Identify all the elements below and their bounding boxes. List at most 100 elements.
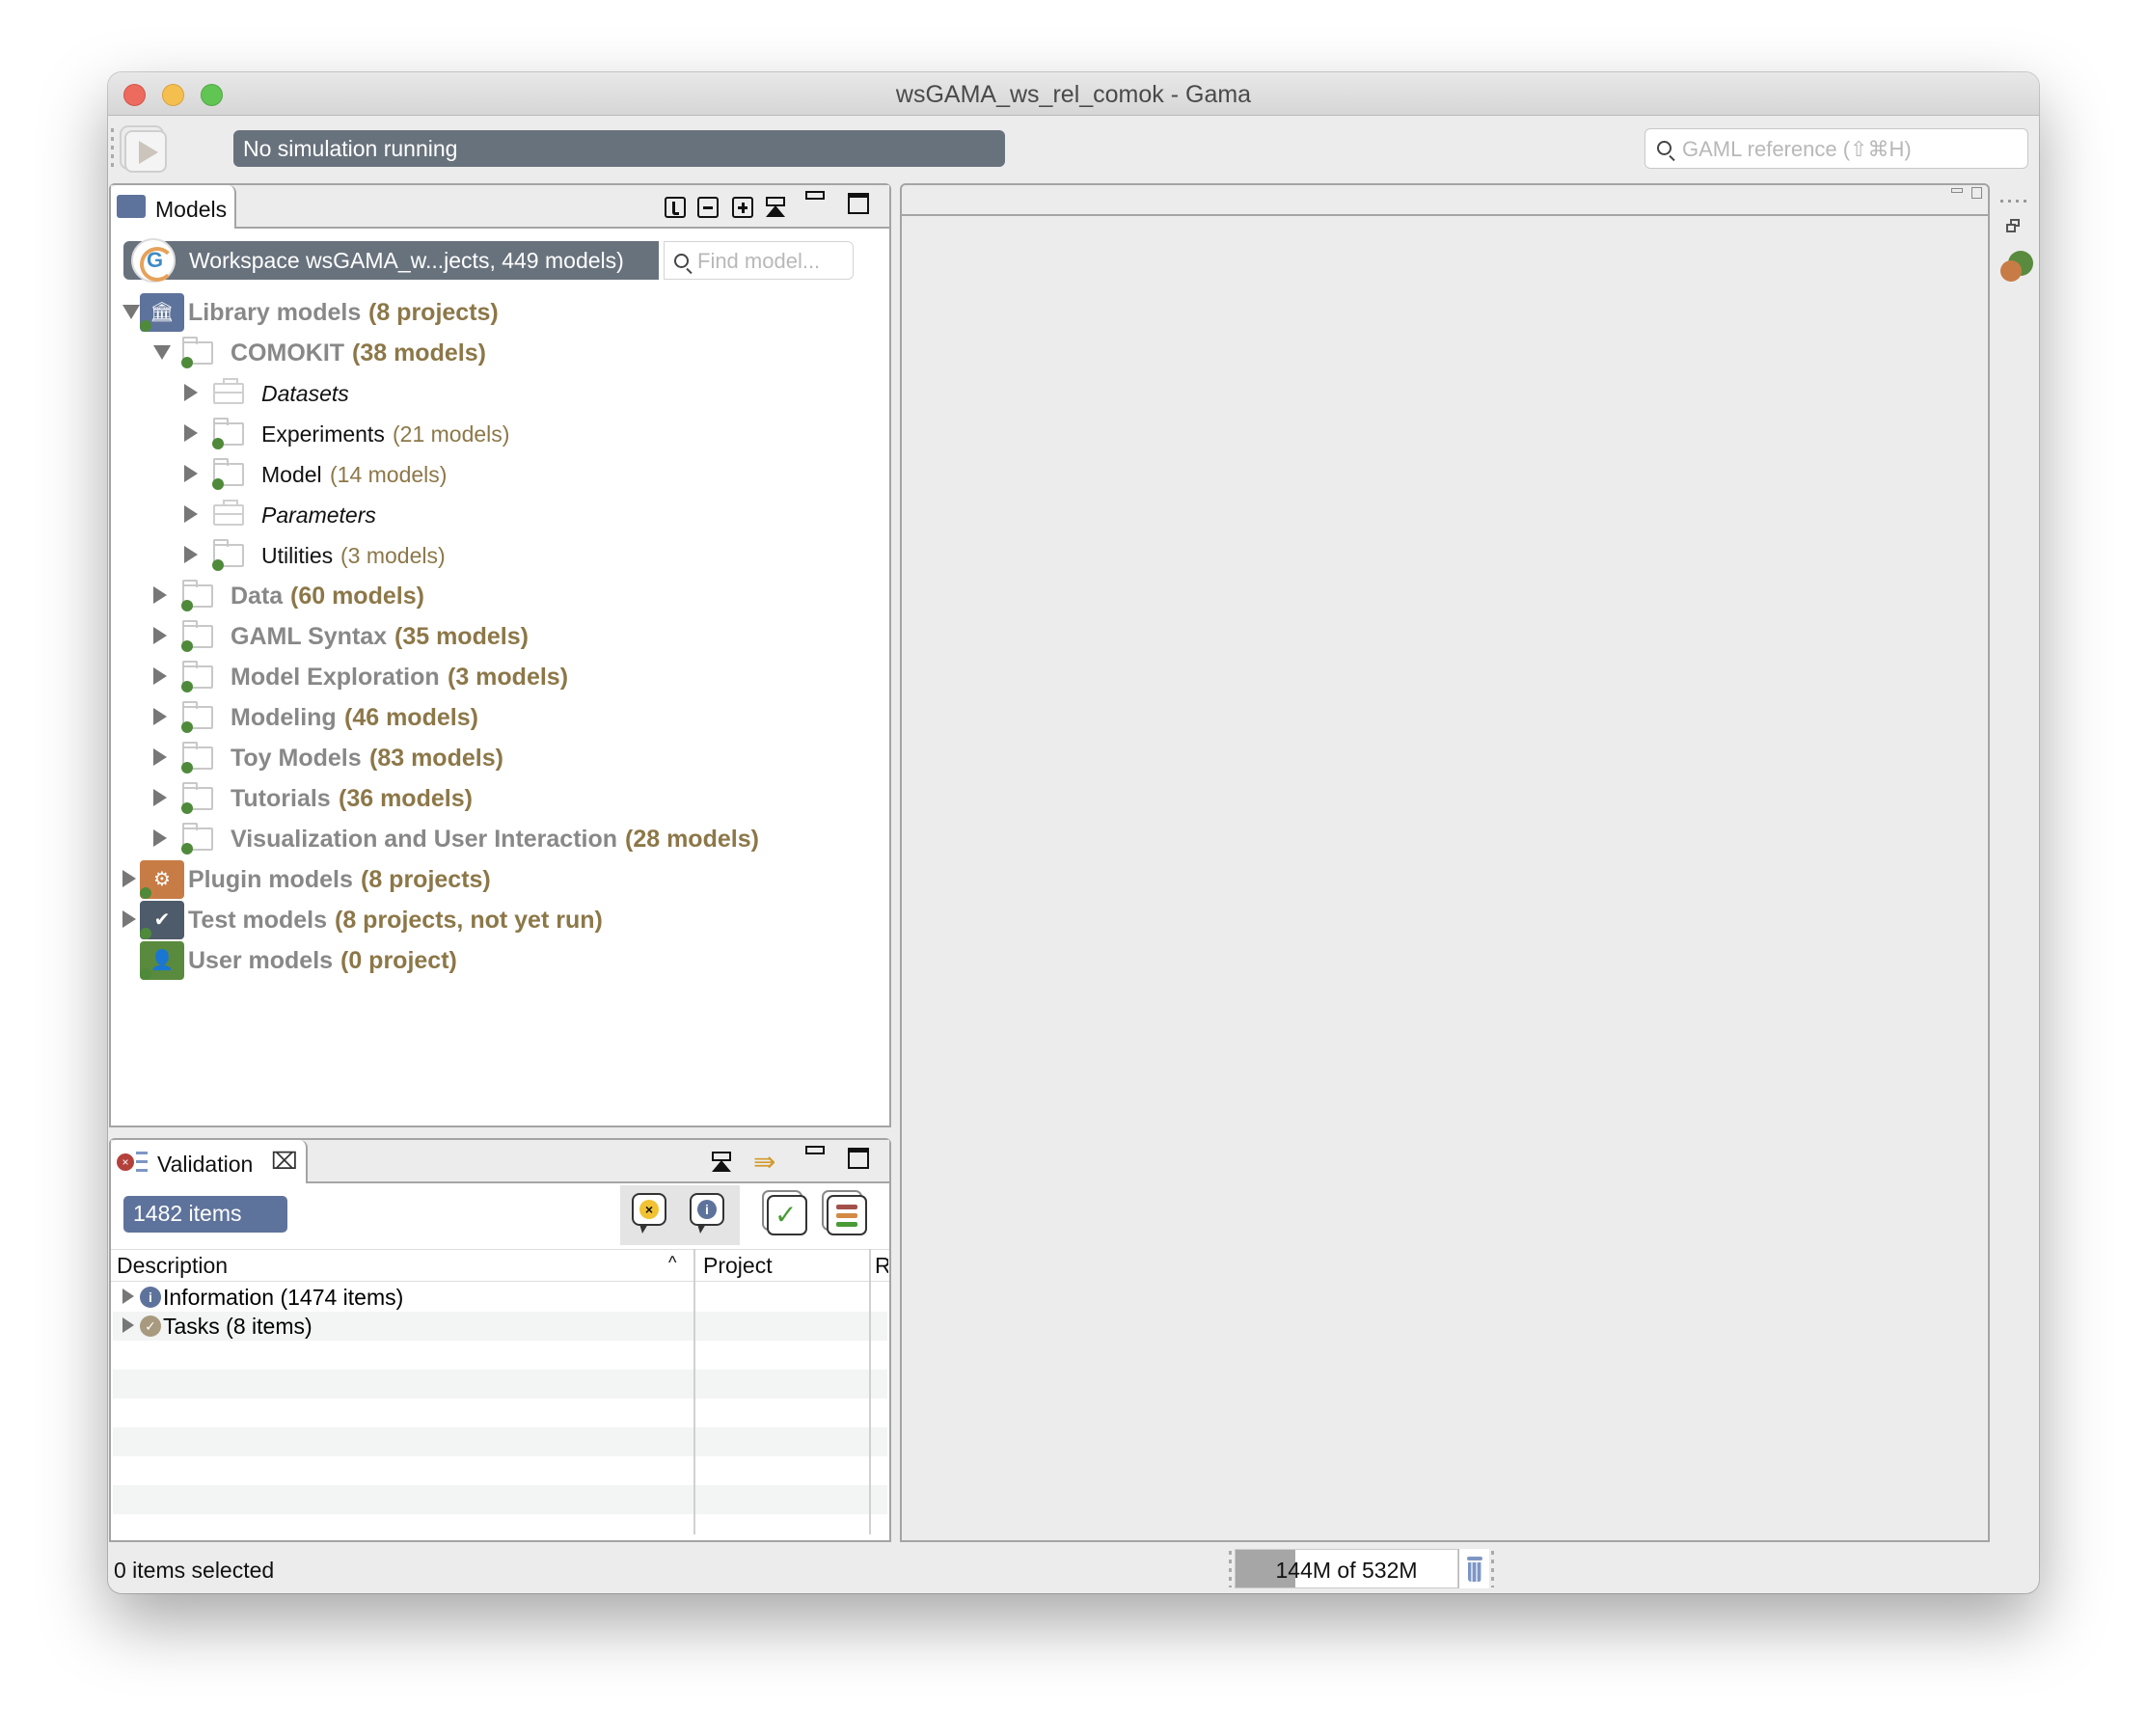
expand-arrow-icon[interactable] — [153, 708, 167, 725]
collapse-all-icon[interactable] — [697, 197, 719, 218]
box-icon — [213, 500, 244, 526]
box-icon — [213, 378, 244, 404]
row-label: Tasks (8 items) — [163, 1314, 313, 1339]
gaml-search-placeholder: GAML reference (⇧⌘H) — [1682, 137, 1912, 161]
expand-arrow-icon[interactable] — [153, 829, 167, 847]
tab-validation-label: Validation — [157, 1152, 254, 1177]
hourglass-icon[interactable] — [711, 1152, 732, 1173]
collapse-arrow-icon[interactable] — [153, 345, 171, 360]
status-dot-icon — [140, 320, 151, 332]
tree-item-label: Toy Models — [231, 745, 362, 772]
expand-all-icon[interactable] — [732, 197, 753, 218]
memory-text: 144M of 532M — [1275, 1558, 1418, 1583]
expand-arrow-icon[interactable] — [153, 748, 167, 766]
status-grip[interactable] — [1229, 1551, 1232, 1587]
tree-item-label: Experiments — [261, 421, 385, 447]
error-icon: × — [639, 1200, 659, 1219]
column-description[interactable]: Description — [117, 1253, 228, 1279]
folder-icon — [181, 701, 213, 733]
maximize-icon[interactable] — [848, 1148, 869, 1169]
folder-icon — [212, 458, 244, 490]
expand-arrow-icon[interactable] — [153, 586, 167, 604]
tree-item-count: (8 projects) — [361, 866, 491, 893]
tree-item-label: Parameters — [261, 502, 376, 528]
expand-icon[interactable] — [122, 1317, 134, 1333]
list-icon — [836, 1205, 857, 1209]
table-row[interactable]: i Information (1474 items) — [113, 1283, 887, 1312]
tab-models[interactable]: Models — [111, 185, 236, 229]
filter-errors-button[interactable]: × — [622, 1185, 678, 1245]
restore-icon[interactable] — [2006, 219, 2020, 232]
tree-item-count: (60 models) — [290, 583, 424, 610]
column-resource[interactable]: R — [875, 1253, 888, 1279]
info-icon: i — [697, 1200, 717, 1219]
play-icon[interactable] — [124, 130, 167, 173]
tree-item-count: (0 project) — [340, 947, 457, 974]
tree-item-count: (83 models) — [369, 745, 503, 772]
tree-item-count: (14 models) — [330, 462, 448, 487]
collapse-arrow-icon[interactable] — [122, 305, 140, 319]
expand-arrow-icon[interactable] — [122, 870, 136, 887]
tab-validation[interactable]: × Validation ⌧ — [111, 1140, 308, 1183]
toolbar-grip[interactable] — [111, 128, 114, 171]
maximize-icon[interactable] — [848, 193, 869, 214]
expand-icon[interactable] — [122, 1288, 134, 1304]
link-with-selection-icon[interactable]: ⇛ — [753, 1146, 775, 1178]
gama-logo-icon — [131, 238, 176, 283]
empty-row — [113, 1370, 887, 1398]
close-icon[interactable]: ⌧ — [271, 1148, 298, 1176]
table-row[interactable]: ✓ Tasks (8 items) — [113, 1312, 887, 1341]
status-dot-icon — [140, 928, 151, 939]
check-all-button[interactable]: ✓ — [767, 1195, 807, 1235]
minimize-icon[interactable] — [1951, 188, 1963, 193]
expand-arrow-icon[interactable] — [153, 667, 167, 685]
minimize-icon[interactable] — [805, 191, 825, 200]
filter-info-button[interactable]: i — [680, 1185, 736, 1245]
tree-item-count: (8 projects) — [368, 299, 499, 326]
chat-icon[interactable] — [1998, 251, 2033, 284]
expand-arrow-icon[interactable] — [184, 465, 198, 482]
clock-icon[interactable] — [665, 197, 686, 218]
expand-arrow-icon[interactable] — [153, 789, 167, 806]
tree-item-count: (36 models) — [339, 785, 473, 812]
tree-item-label: Modeling — [231, 704, 337, 731]
gaml-reference-search[interactable]: GAML reference (⇧⌘H) — [1644, 128, 2028, 169]
column-project[interactable]: Project — [703, 1253, 773, 1279]
user-icon: 👤 — [140, 941, 184, 980]
tree-item-label: Utilities — [261, 543, 334, 568]
minimize-icon[interactable] — [805, 1146, 825, 1154]
expand-arrow-icon[interactable] — [153, 627, 167, 644]
status-dot-icon — [181, 681, 193, 692]
expand-arrow-icon[interactable] — [184, 546, 198, 563]
find-model-placeholder: Find model... — [697, 249, 821, 273]
test-check-icon: ✔ — [140, 901, 184, 939]
trash-icon[interactable] — [1458, 1549, 1489, 1588]
find-model-input[interactable]: Find model... — [664, 241, 854, 280]
simulation-status[interactable]: No simulation running — [233, 130, 1005, 167]
models-tabbar: Models — [111, 185, 889, 229]
folder-icon — [181, 823, 213, 854]
hourglass-icon[interactable] — [765, 197, 786, 218]
models-panel: Models Workspace wsGAMA_w...jects, 449 m… — [109, 183, 891, 1127]
expand-arrow-icon[interactable] — [184, 505, 198, 523]
tree-item-label: Model — [261, 462, 322, 487]
workspace-label: Workspace wsGAMA_w...jects, 449 models) — [189, 248, 624, 273]
column-divider[interactable] — [869, 1249, 871, 1534]
folder-icon — [117, 195, 146, 218]
status-grip[interactable] — [1491, 1551, 1494, 1587]
tree-item-label: Library models — [188, 299, 362, 326]
expand-arrow-icon[interactable] — [184, 384, 198, 401]
column-divider[interactable] — [693, 1249, 695, 1534]
status-dot-icon — [181, 843, 193, 854]
title-bar: wsGAMA_ws_rel_comok - Gama — [108, 72, 2039, 116]
expand-arrow-icon[interactable] — [122, 910, 136, 928]
tree-item-label: Visualization and User Interaction — [231, 826, 618, 853]
group-by-button[interactable] — [827, 1195, 867, 1235]
memory-indicator[interactable]: 144M of 532M — [1235, 1549, 1458, 1588]
workspace-button[interactable]: Workspace wsGAMA_w...jects, 449 models) — [123, 238, 659, 283]
trim-grip[interactable] — [2000, 200, 2029, 203]
status-dot-icon — [181, 640, 193, 652]
maximize-icon[interactable] — [1971, 187, 1982, 199]
expand-arrow-icon[interactable] — [184, 424, 198, 442]
folder-icon — [212, 539, 244, 571]
